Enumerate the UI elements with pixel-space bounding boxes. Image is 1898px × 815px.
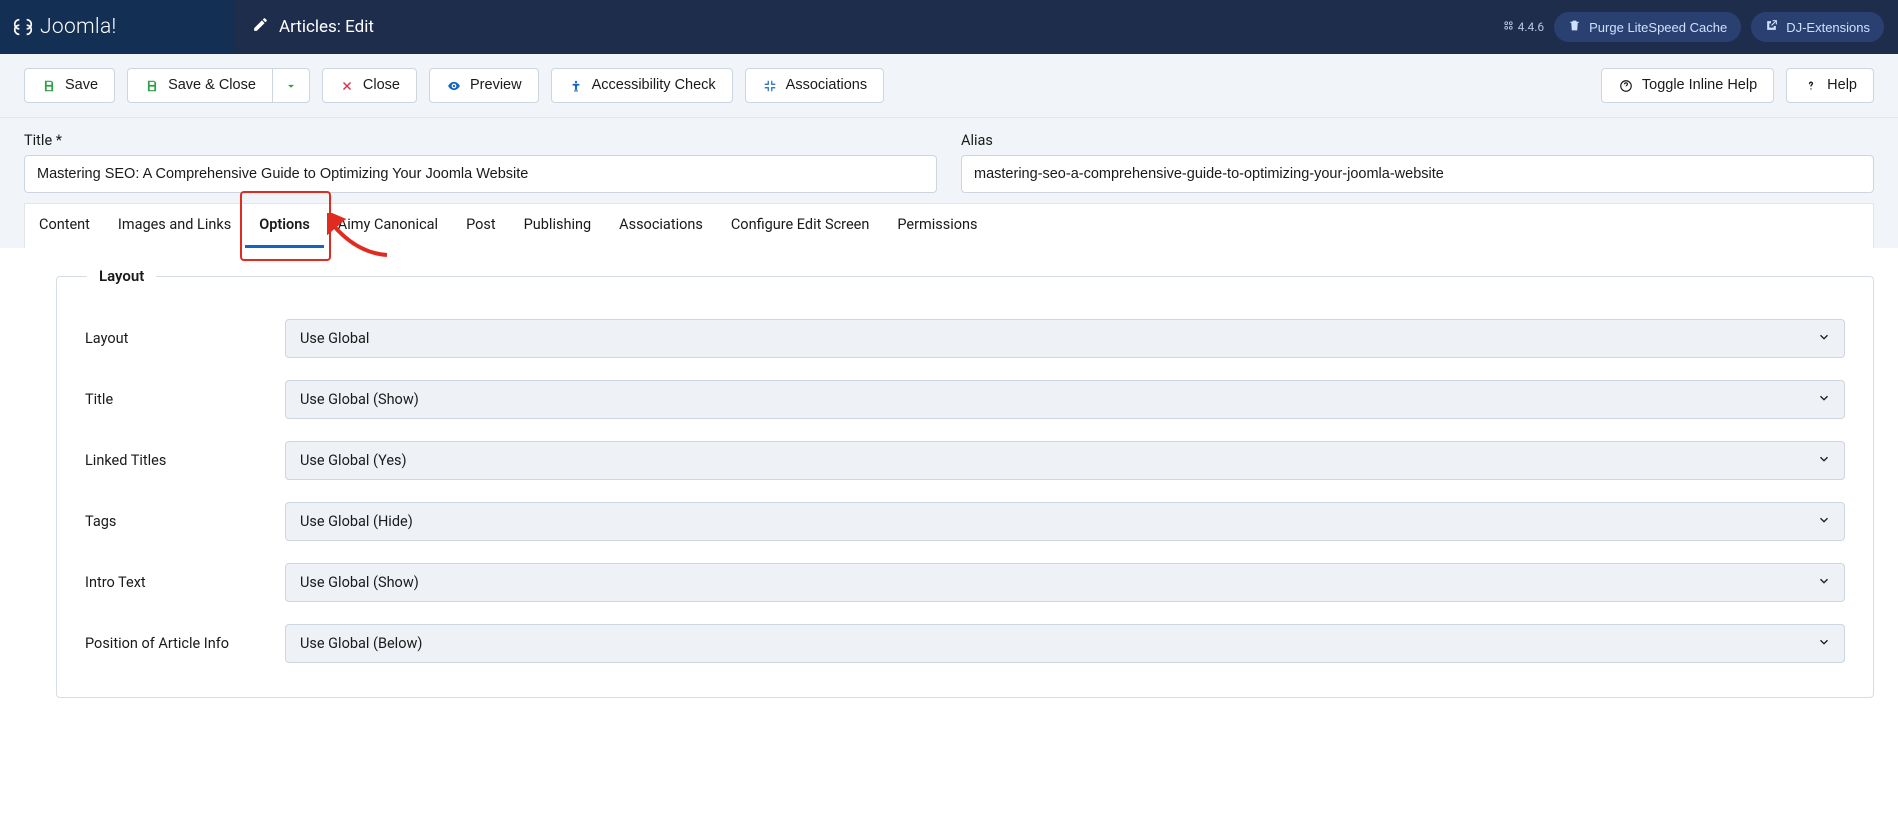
top-bar: Joomla! Articles: Edit 4.4.6 Purge LiteS…	[0, 0, 1898, 54]
trash-icon	[1568, 19, 1581, 35]
select-value: Use Global (Yes)	[285, 441, 1845, 480]
joomla-small-icon	[1503, 20, 1514, 34]
eye-icon	[446, 78, 462, 94]
select-value: Use Global (Show)	[285, 380, 1845, 419]
close-icon	[339, 78, 355, 94]
form-row-label: Title	[85, 391, 285, 408]
tab-publishing[interactable]: Publishing	[510, 204, 605, 248]
form-row-label: Tags	[85, 513, 285, 530]
select-position-of-article-info[interactable]: Use Global (Below)	[285, 624, 1845, 663]
save-icon	[41, 78, 57, 94]
select-value: Use Global	[285, 319, 1845, 358]
accessibility-icon	[568, 78, 584, 94]
form-row: TagsUse Global (Hide)	[85, 502, 1845, 541]
purge-cache-button[interactable]: Purge LiteSpeed Cache	[1554, 12, 1741, 42]
select-linked-titles[interactable]: Use Global (Yes)	[285, 441, 1845, 480]
form-row: Linked TitlesUse Global (Yes)	[85, 441, 1845, 480]
topbar-actions: 4.4.6 Purge LiteSpeed Cache DJ-Extension…	[1503, 0, 1898, 54]
external-link-icon	[1765, 19, 1778, 35]
fieldset-legend: Layout	[87, 267, 156, 285]
form-row-label: Layout	[85, 330, 285, 347]
title-alias-area: Title * Alias	[0, 118, 1898, 203]
form-row: TitleUse Global (Show)	[85, 380, 1845, 419]
brand-area: Joomla!	[0, 0, 234, 54]
tab-options[interactable]: Options	[245, 204, 324, 248]
title-field-col: Title *	[24, 132, 937, 193]
question-circle-icon	[1618, 78, 1634, 94]
close-button[interactable]: Close	[322, 68, 417, 103]
title-label: Title *	[24, 132, 937, 149]
save-button[interactable]: Save	[24, 68, 115, 103]
form-row-label: Intro Text	[85, 574, 285, 591]
select-tags[interactable]: Use Global (Hide)	[285, 502, 1845, 541]
form-row: Position of Article InfoUse Global (Belo…	[85, 624, 1845, 663]
select-intro-text[interactable]: Use Global (Show)	[285, 563, 1845, 602]
tab-post[interactable]: Post	[452, 204, 510, 248]
pencil-icon	[252, 16, 269, 38]
title-input[interactable]	[24, 155, 937, 193]
toolbar: Save Save & Close Close Preview Acces	[0, 54, 1898, 118]
select-value: Use Global (Hide)	[285, 502, 1845, 541]
associations-button[interactable]: Associations	[745, 68, 884, 103]
dj-extensions-button[interactable]: DJ-Extensions	[1751, 12, 1884, 42]
version-badge: 4.4.6	[1503, 20, 1545, 34]
page-title-area: Articles: Edit	[234, 0, 1503, 54]
brand-text: Joomla!	[40, 15, 117, 39]
alias-label: Alias	[961, 132, 1874, 149]
help-button[interactable]: Help	[1786, 68, 1874, 103]
save-dropdown-button[interactable]	[272, 68, 310, 103]
joomla-icon	[12, 16, 34, 38]
save-close-button[interactable]: Save & Close	[127, 68, 272, 103]
preview-button[interactable]: Preview	[429, 68, 539, 103]
tab-associations[interactable]: Associations	[605, 204, 717, 248]
tab-aimy-canonical[interactable]: Aimy Canonical	[324, 204, 452, 248]
alias-input[interactable]	[961, 155, 1874, 193]
tabs-row: ContentImages and LinksOptionsAimy Canon…	[24, 203, 1874, 248]
select-value: Use Global (Below)	[285, 624, 1845, 663]
form-row: LayoutUse Global	[85, 319, 1845, 358]
save-close-group: Save & Close	[127, 68, 310, 103]
layout-fieldset: Layout LayoutUse GlobalTitleUse Global (…	[56, 276, 1874, 698]
tab-content[interactable]: Content	[25, 204, 104, 248]
form-row-label: Position of Article Info	[85, 635, 285, 652]
select-title[interactable]: Use Global (Show)	[285, 380, 1845, 419]
chevron-down-icon	[283, 78, 299, 94]
question-icon	[1803, 78, 1819, 94]
toggle-inline-help-button[interactable]: Toggle Inline Help	[1601, 68, 1774, 103]
contract-icon	[762, 78, 778, 94]
content-area: Layout LayoutUse GlobalTitleUse Global (…	[0, 248, 1898, 698]
tabs-container: ContentImages and LinksOptionsAimy Canon…	[0, 203, 1898, 248]
alias-field-col: Alias	[961, 132, 1874, 193]
tab-permissions[interactable]: Permissions	[883, 204, 991, 248]
form-row-label: Linked Titles	[85, 452, 285, 469]
joomla-logo[interactable]: Joomla!	[12, 15, 117, 39]
save-icon	[144, 78, 160, 94]
accessibility-check-button[interactable]: Accessibility Check	[551, 68, 733, 103]
select-layout[interactable]: Use Global	[285, 319, 1845, 358]
tab-images-links[interactable]: Images and Links	[104, 204, 245, 248]
select-value: Use Global (Show)	[285, 563, 1845, 602]
tab-configure-edit[interactable]: Configure Edit Screen	[717, 204, 883, 248]
form-row: Intro TextUse Global (Show)	[85, 563, 1845, 602]
page-title: Articles: Edit	[279, 17, 374, 37]
